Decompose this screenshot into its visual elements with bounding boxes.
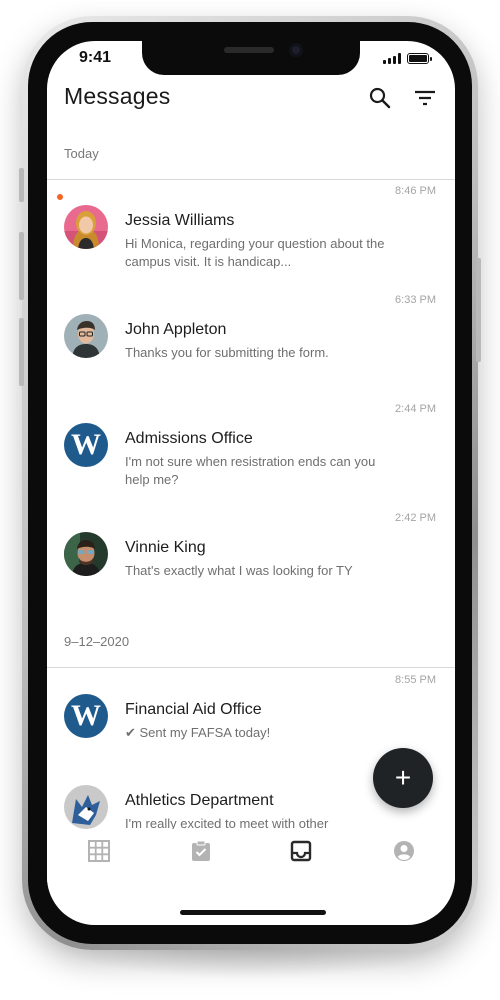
- volume-up-button: [19, 232, 24, 300]
- avatar: [64, 314, 108, 358]
- avatar: [64, 532, 108, 576]
- page-title: Messages: [64, 83, 171, 109]
- battery-icon: [407, 53, 432, 64]
- contact-name: John Appleton: [125, 321, 227, 338]
- unread-indicator: [57, 194, 63, 200]
- avatar: [64, 785, 108, 829]
- signal-icon: [383, 53, 401, 64]
- divider: [47, 179, 455, 180]
- message-time: 8:46 PM: [395, 185, 436, 197]
- mute-switch: [19, 168, 24, 202]
- search-icon: [369, 87, 391, 109]
- compose-button[interactable]: +: [373, 748, 433, 808]
- phone-screen: 9:41 Messages Today 8:46 PM Jessia Willi…: [47, 41, 455, 925]
- contact-name: Admissions Office: [125, 430, 253, 447]
- message-time: 8:55 PM: [395, 674, 436, 686]
- message-item-john-appleton[interactable]: 6:33 PM John Appleton Thanks you for sub…: [47, 294, 455, 398]
- nav-item-inbox[interactable]: [289, 839, 313, 863]
- message-time: 2:44 PM: [395, 403, 436, 415]
- status-icons: [383, 53, 432, 64]
- message-item-vinnie-king[interactable]: 2:42 PM Vinnie King That's exactly what …: [47, 512, 455, 616]
- message-item-admissions-office[interactable]: 2:44 PM W Admissions Office I'm not sure…: [47, 403, 455, 507]
- nav-item-grid[interactable]: [87, 839, 111, 863]
- nav-item-account[interactable]: [392, 839, 416, 863]
- institution-logo: W: [64, 694, 108, 738]
- account-icon: [394, 841, 414, 861]
- contact-name: Jessia Williams: [125, 212, 235, 229]
- search-button[interactable]: [367, 85, 393, 111]
- section-label-today: Today: [64, 146, 99, 161]
- power-button: [476, 258, 481, 362]
- filter-icon: [415, 90, 435, 106]
- status-time: 9:41: [79, 49, 112, 66]
- filter-button[interactable]: [413, 87, 437, 109]
- divider: [47, 667, 455, 668]
- contact-name: Athletics Department: [125, 792, 274, 809]
- volume-down-button: [19, 318, 24, 386]
- message-preview: Hi Monica, regarding your question about…: [125, 236, 385, 269]
- contact-name: Vinnie King: [125, 539, 206, 556]
- message-preview: ✔ Sent my FAFSA today!: [125, 725, 271, 740]
- message-time: 6:33 PM: [395, 294, 436, 306]
- avatar: [64, 205, 108, 249]
- front-camera: [289, 43, 303, 57]
- home-indicator: [180, 910, 326, 915]
- message-preview: I'm not sure when resistration ends can …: [125, 454, 376, 487]
- message-preview: I'm really excited to meet with other: [125, 816, 329, 829]
- contact-name: Financial Aid Office: [125, 701, 262, 718]
- message-preview: That's exactly what I was looking for TY: [125, 563, 353, 578]
- assignment-icon: [192, 840, 210, 861]
- grid-icon: [88, 840, 110, 862]
- inbox-icon: [290, 840, 312, 862]
- message-item-jessia-williams[interactable]: 8:46 PM Jessia Williams Hi Monica, regar…: [47, 185, 455, 289]
- notch: [142, 41, 360, 75]
- nav-item-tasks[interactable]: [189, 839, 213, 863]
- bottom-nav: [47, 829, 455, 885]
- institution-logo: W: [64, 423, 108, 467]
- message-preview: Thanks you for submitting the form.: [125, 345, 329, 360]
- section-label-date: 9–12–2020: [64, 634, 130, 649]
- message-time: 2:42 PM: [395, 512, 436, 524]
- speaker: [224, 47, 274, 53]
